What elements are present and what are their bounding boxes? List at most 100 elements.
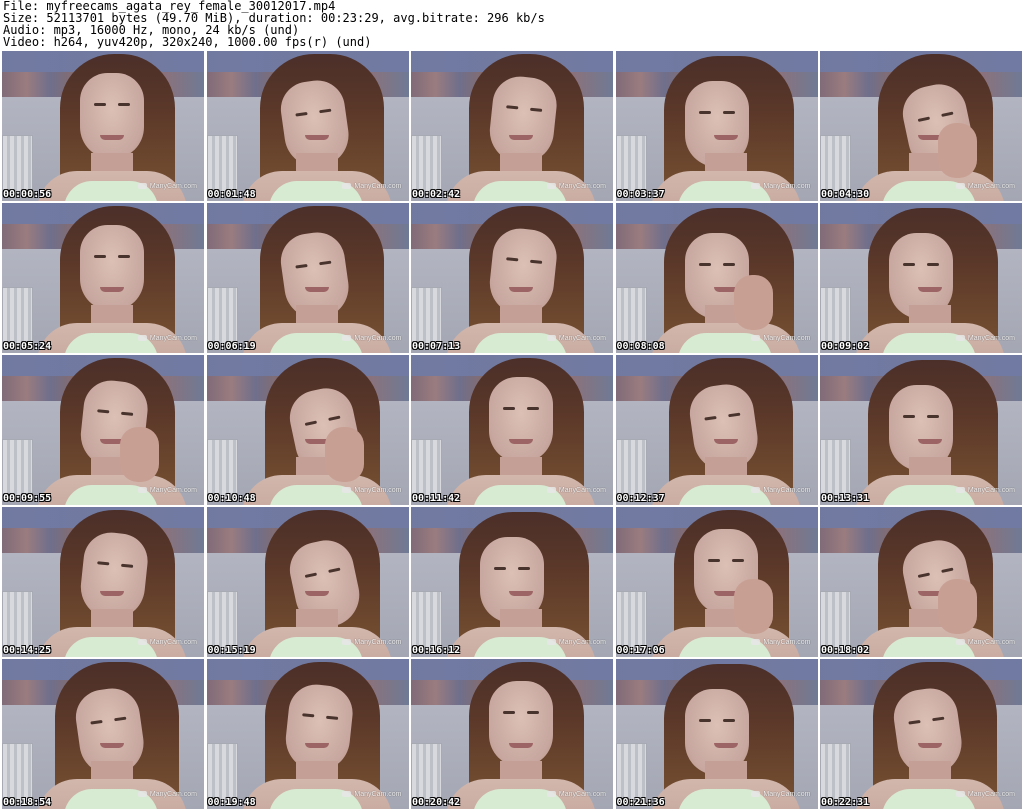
background-radiator: [411, 743, 442, 805]
video-thumbnail: ManyCam.com 00:10:48: [206, 355, 409, 505]
thumbnail-timestamp: 00:03:37: [616, 189, 665, 200]
video-info-header: File: myfreecams_agata_rey_female_300120…: [3, 0, 1021, 50]
person-mouth: [304, 743, 329, 748]
background-radiator: [206, 743, 238, 805]
background-radiator: [206, 439, 238, 501]
thumbnail-timestamp: 00:18:54: [3, 797, 52, 808]
manycam-watermark: ManyCam.com: [547, 790, 606, 800]
manycam-watermark: ManyCam.com: [138, 334, 197, 344]
background-radiator: [2, 743, 33, 805]
person-hand: [324, 427, 364, 482]
thumbnail-timestamp: 00:13:31: [821, 493, 870, 504]
video-thumbnail: ManyCam.com 00:02:42: [411, 51, 613, 201]
manycam-watermark: ManyCam.com: [342, 334, 401, 344]
video-thumbnail: ManyCam.com 00:09:02: [820, 203, 1022, 353]
person-hand: [733, 579, 773, 634]
video-thumbnail: ManyCam.com 00:03:37: [615, 51, 818, 201]
thumbnail-timestamp: 00:14:25: [3, 645, 52, 656]
background-radiator: [820, 287, 851, 349]
video-thumbnail: ManyCam.com 00:04:30: [820, 51, 1022, 201]
background-radiator: [2, 135, 33, 197]
person-face: [489, 681, 553, 767]
thumbnail-timestamp: 00:11:42: [412, 493, 461, 504]
video-thumbnail: ManyCam.com 00:12:37: [615, 355, 818, 505]
video-thumbnail: ManyCam.com 00:09:55: [2, 355, 204, 505]
person-hand: [733, 275, 773, 330]
manycam-watermark: ManyCam.com: [956, 638, 1015, 648]
video-thumbnail: ManyCam.com 00:13:31: [820, 355, 1022, 505]
thumbnail-timestamp: 00:19:48: [207, 797, 256, 808]
person-mouth: [100, 591, 124, 596]
background-radiator: [2, 287, 33, 349]
video-info-line: Video: h264, yuv420p, 320x240, 1000.00 f…: [3, 35, 372, 49]
manycam-watermark: ManyCam.com: [342, 790, 401, 800]
video-thumbnail: ManyCam.com 00:05:24: [2, 203, 204, 353]
thumbnail-timestamp: 00:04:30: [821, 189, 870, 200]
video-thumbnail: ManyCam.com 00:18:54: [2, 659, 204, 809]
thumbnail-timestamp: 00:22:31: [821, 797, 870, 808]
background-radiator: [411, 591, 442, 653]
thumbnail-timestamp: 00:20:42: [412, 797, 461, 808]
thumbnail-timestamp: 00:05:24: [3, 341, 52, 352]
person-face: [80, 225, 144, 311]
manycam-watermark: ManyCam.com: [751, 486, 810, 496]
manycam-watermark: ManyCam.com: [138, 182, 197, 192]
person-mouth: [100, 743, 124, 748]
background-radiator: [820, 135, 851, 197]
thumbnail-timestamp: 00:18:02: [821, 645, 870, 656]
thumbnail-timestamp: 00:07:13: [412, 341, 461, 352]
person-mouth: [509, 135, 533, 140]
video-thumbnail: ManyCam.com 00:00:56: [2, 51, 204, 201]
person-mouth: [509, 287, 533, 292]
video-thumbnail: ManyCam.com 00:08:08: [615, 203, 818, 353]
manycam-watermark: ManyCam.com: [751, 182, 810, 192]
thumbnail-timestamp: 00:00:56: [3, 189, 52, 200]
background-radiator: [2, 439, 33, 501]
person-mouth: [713, 135, 738, 140]
thumbnail-timestamp: 00:17:06: [616, 645, 665, 656]
thumbnail-timestamp: 00:15:19: [207, 645, 256, 656]
manycam-watermark: ManyCam.com: [956, 334, 1015, 344]
thumbnail-timestamp: 00:09:55: [3, 493, 52, 504]
background-radiator: [206, 135, 238, 197]
manycam-watermark: ManyCam.com: [342, 486, 401, 496]
person-mouth: [713, 743, 738, 748]
thumbnail-timestamp: 00:02:42: [412, 189, 461, 200]
thumbnail-grid: ManyCam.com 00:00:56 ManyCam.com 00:01:4…: [2, 51, 1022, 809]
person-mouth: [100, 135, 124, 140]
thumbnail-timestamp: 00:01:48: [207, 189, 256, 200]
manycam-watermark: ManyCam.com: [751, 790, 810, 800]
video-thumbnail: ManyCam.com 00:20:42: [411, 659, 613, 809]
thumbnail-timestamp: 00:09:02: [821, 341, 870, 352]
manycam-watermark: ManyCam.com: [138, 638, 197, 648]
manycam-watermark: ManyCam.com: [138, 486, 197, 496]
person-hand: [938, 123, 977, 178]
manycam-watermark: ManyCam.com: [547, 334, 606, 344]
thumbnail-timestamp: 00:21:36: [616, 797, 665, 808]
video-thumbnail: ManyCam.com 00:07:13: [411, 203, 613, 353]
background-radiator: [615, 591, 647, 653]
person-mouth: [918, 287, 942, 292]
background-radiator: [820, 591, 851, 653]
video-thumbnail: ManyCam.com 00:18:02: [820, 507, 1022, 657]
background-radiator: [615, 743, 647, 805]
video-thumbnail: ManyCam.com 00:14:25: [2, 507, 204, 657]
person-face: [80, 73, 144, 159]
manycam-watermark: ManyCam.com: [956, 182, 1015, 192]
video-thumbnail: ManyCam.com 00:06:19: [206, 203, 409, 353]
background-radiator: [615, 287, 647, 349]
thumbnail-timestamp: 00:16:12: [412, 645, 461, 656]
thumbnail-timestamp: 00:10:48: [207, 493, 256, 504]
person-mouth: [304, 135, 329, 140]
manycam-watermark: ManyCam.com: [956, 486, 1015, 496]
person-face: [489, 377, 553, 463]
video-thumbnail: ManyCam.com 00:17:06: [615, 507, 818, 657]
manycam-watermark: ManyCam.com: [342, 638, 401, 648]
person-mouth: [509, 439, 533, 444]
manycam-watermark: ManyCam.com: [956, 790, 1015, 800]
person-mouth: [509, 591, 533, 596]
video-thumbnail: ManyCam.com 00:16:12: [411, 507, 613, 657]
background-radiator: [411, 287, 442, 349]
video-thumbnail: ManyCam.com 00:22:31: [820, 659, 1022, 809]
manycam-watermark: ManyCam.com: [138, 790, 197, 800]
